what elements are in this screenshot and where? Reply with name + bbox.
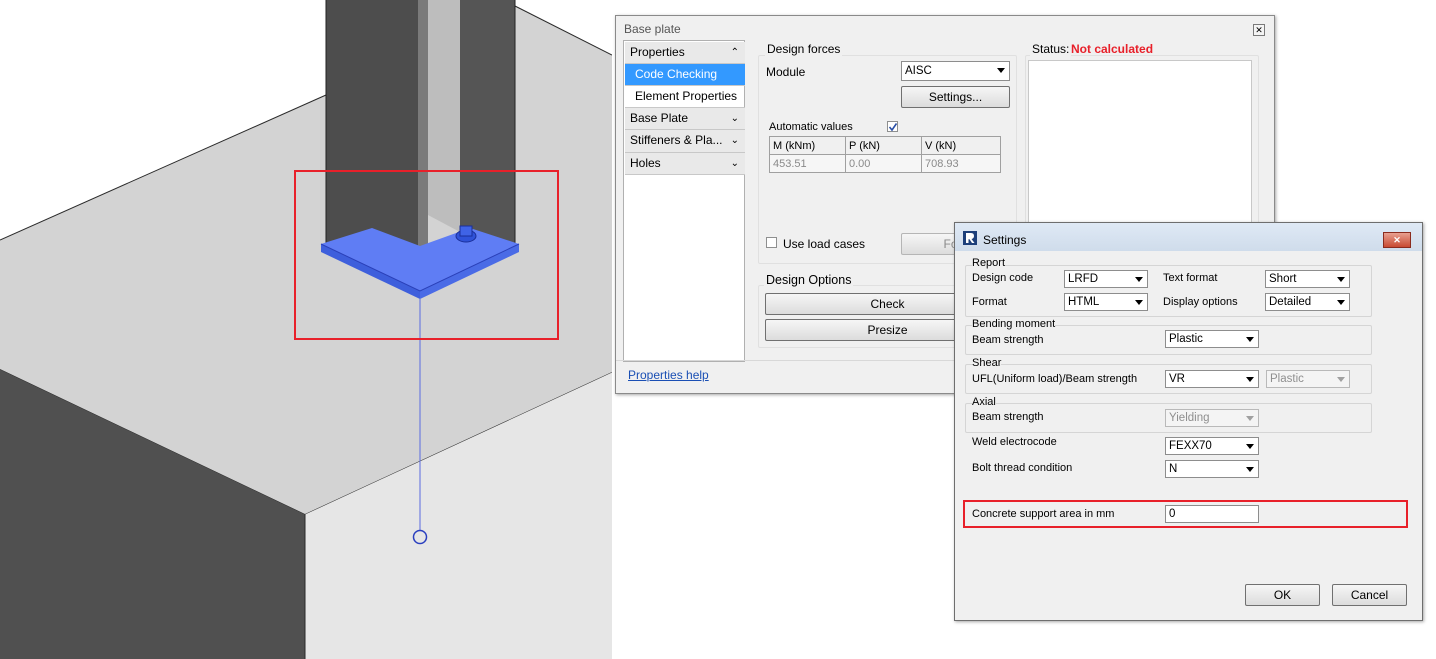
format-select[interactable]: HTML [1064,293,1148,311]
chevron-down-icon [1246,337,1254,342]
table-row: 453.51 0.00 708.93 [769,154,1001,173]
chevron-down-icon [1135,277,1143,282]
forces-table: M (kNm) P (kN) V (kN) 453.51 0.00 708.93 [769,136,1001,173]
properties-help-link[interactable]: Properties help [628,368,709,382]
table-header-cell: V (kN) [921,136,1001,155]
settings-dialog: Settings ✕ Report Design code LRFD Text … [954,222,1423,621]
ok-button[interactable]: OK [1245,584,1320,606]
chevron-down-icon [1135,300,1143,305]
chevron-down-icon[interactable]: ⌄ [731,130,739,151]
automatic-values-label: Automatic values [769,121,853,133]
revit-logo-icon [963,231,977,245]
table-header-row: M (kNm) P (kN) V (kN) [769,136,1001,155]
chevron-down-icon [1246,416,1254,421]
settings-title: Settings [983,233,1027,247]
close-icon[interactable]: ✕ [1253,24,1265,36]
table-header-cell: M (kNm) [769,136,846,155]
status-label: Status: [1030,42,1072,56]
format-label: Format [972,296,1007,308]
settings-titlebar[interactable]: Settings ✕ [955,223,1422,251]
module-label: Module [766,65,806,79]
bolt-thread-select[interactable]: N [1165,460,1259,478]
nav-stiffeners[interactable]: Stiffeners & Pla... ⌄ [625,130,745,153]
bending-beam-strength-label: Beam strength [972,334,1044,346]
axial-title: Axial [972,396,996,408]
model-viewport[interactable] [0,0,612,659]
chevron-down-icon [1337,377,1345,382]
chevron-down-icon [1337,300,1345,305]
checkmark-icon [888,123,898,132]
use-load-cases-label: Use load cases [783,237,866,251]
cancel-button[interactable]: Cancel [1332,584,1407,606]
base-plate-title: Base plate [624,22,681,36]
chevron-down-icon [1246,467,1254,472]
nav-element-properties[interactable]: Element Properties [625,86,745,108]
ufl-select[interactable]: VR [1165,370,1259,388]
nav-base-plate[interactable]: Base Plate ⌄ [625,108,745,130]
status-output-box[interactable] [1028,60,1252,225]
nav-code-checking[interactable]: Code Checking [625,64,745,86]
bolt-thread-label: Bolt thread condition [972,462,1073,474]
design-code-label: Design code [972,272,1034,284]
table-cell-m: 453.51 [769,154,846,173]
chevron-down-icon [1246,377,1254,382]
table-cell-p: 0.00 [845,154,922,173]
chevron-up-icon[interactable]: ⌃ [731,42,739,63]
weld-electrocode-select[interactable]: FEXX70 [1165,437,1259,455]
bending-moment-title: Bending moment [972,318,1056,330]
table-header-cell: P (kN) [845,136,922,155]
chevron-down-icon [1337,277,1345,282]
axial-beam-strength-select[interactable]: Yielding [1165,409,1259,427]
report-title: Report [972,257,1006,269]
chevron-down-icon[interactable]: ⌄ [731,108,739,129]
module-select[interactable]: AISC [901,61,1010,81]
bending-beam-strength-select[interactable]: Plastic [1165,330,1259,348]
display-options-select[interactable]: Detailed [1265,293,1350,311]
shear-title: Shear [972,357,1002,369]
use-load-cases-checkbox[interactable] [766,237,777,248]
ufl-label: UFL(Uniform load)/Beam strength [972,373,1138,385]
base-plate-titlebar[interactable]: Base plate ✕ [616,16,1274,40]
chevron-down-icon [997,68,1005,73]
display-options-label: Display options [1163,296,1238,308]
table-cell-v: 708.93 [921,154,1001,173]
status-value: Not calculated [1071,42,1154,56]
design-forces-title: Design forces [765,42,843,56]
text-format-label: Text format [1163,272,1218,284]
chevron-down-icon [1246,444,1254,449]
axial-beam-strength-label: Beam strength [972,411,1044,423]
chevron-down-icon[interactable]: ⌄ [731,153,739,174]
automatic-values-checkbox[interactable] [887,121,898,132]
property-nav: Properties ⌃ Code Checking Element Proper… [623,40,745,362]
nav-properties[interactable]: Properties ⌃ [625,42,745,64]
design-options-title: Design Options [764,273,854,287]
text-format-select[interactable]: Short [1265,270,1350,288]
highlight-box-concrete-area [963,500,1408,528]
settings-button[interactable]: Settings... [901,86,1010,108]
weld-electrocode-label: Weld electrocode [972,436,1057,448]
close-icon[interactable]: ✕ [1383,232,1411,248]
ufl-second-select[interactable]: Plastic [1266,370,1350,388]
nav-holes[interactable]: Holes ⌄ [625,153,745,175]
design-code-select[interactable]: LRFD [1064,270,1148,288]
